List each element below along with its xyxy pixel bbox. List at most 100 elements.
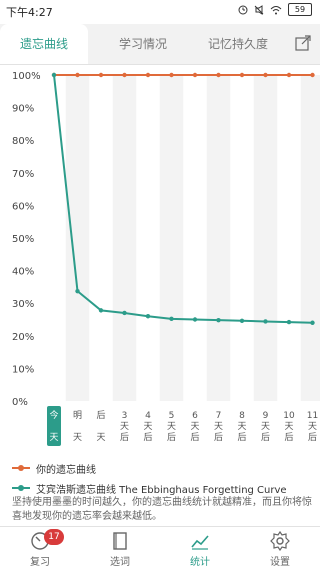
tab-memory-retention[interactable]: 记忆持久度 — [198, 24, 278, 64]
battery-icon: 59 — [288, 3, 312, 16]
share-icon[interactable] — [294, 34, 312, 52]
x-tick-label: 后 — [96, 410, 105, 421]
data-point — [51, 72, 57, 78]
x-tick-label: 后 — [120, 432, 129, 443]
legend-label: 艾宾浩斯遗忘曲线 The Ebbinghaus Forgetting Curve — [36, 484, 287, 496]
legend-item-ebbinghaus: 艾宾浩斯遗忘曲线 The Ebbinghaus Forgetting Curve — [12, 478, 312, 498]
y-tick-label: 80% — [12, 136, 34, 147]
data-point — [263, 319, 268, 324]
mute-icon — [254, 4, 264, 15]
data-point — [98, 72, 104, 78]
x-tick-label: 5 — [169, 411, 175, 421]
x-tick-label: 后 — [214, 432, 223, 443]
x-tick-label: 天 — [308, 422, 317, 432]
x-tick-label: 天 — [190, 422, 199, 432]
status-bar: 下午4:27 59 — [0, 0, 320, 22]
x-tick-label: 天 — [214, 422, 223, 432]
data-point — [75, 72, 80, 78]
chart-legend: 你的遗忘曲线 艾宾浩斯遗忘曲线 The Ebbinghaus Forgettin… — [12, 458, 312, 498]
nav-label: 复习 — [30, 557, 50, 568]
data-point — [310, 72, 315, 78]
x-tick-label: 后 — [143, 432, 152, 443]
data-point — [169, 72, 174, 78]
y-tick-label: 30% — [12, 299, 34, 310]
tab-label: 学习情况 — [118, 37, 167, 51]
y-tick-label: 100% — [12, 71, 41, 82]
data-point — [263, 72, 268, 78]
x-tick-label: 11 — [307, 411, 318, 421]
y-tick-label: 20% — [12, 332, 34, 343]
tab-forgetting-curve[interactable]: 遗忘曲线 — [0, 24, 88, 64]
forgetting-curve-chart: 0%10%20%30%40%50%60%70%80%90%100%今天明天后天3… — [12, 71, 320, 446]
tab-bar: 遗忘曲线 学习情况 记忆持久度 — [0, 24, 320, 65]
grid-band — [65, 75, 90, 401]
x-tick-label: 天 — [120, 422, 129, 432]
x-tick-label: 天 — [284, 422, 293, 432]
stats-icon — [191, 535, 209, 550]
x-tick-label: 天 — [261, 422, 270, 432]
nav-word-select[interactable]: 选词 — [80, 527, 160, 569]
data-point — [310, 320, 315, 325]
grid-band — [300, 75, 320, 401]
x-tick-label: 今 — [49, 409, 58, 421]
data-point — [122, 310, 127, 316]
x-tick-label: 天 — [167, 422, 176, 432]
data-point — [145, 314, 151, 319]
data-point — [98, 308, 104, 313]
data-point — [286, 72, 292, 78]
x-tick-label: 天 — [73, 433, 82, 443]
grid-band — [253, 75, 278, 401]
y-tick-label: 10% — [12, 364, 34, 375]
tab-label: 遗忘曲线 — [19, 37, 68, 51]
x-tick-label: 4 — [145, 411, 151, 421]
y-tick-label: 0% — [12, 397, 28, 408]
x-tick-label: 后 — [167, 432, 176, 443]
status-icons: 59 — [238, 3, 312, 16]
x-tick-label: 7 — [216, 411, 222, 421]
data-point — [75, 288, 80, 294]
data-point — [145, 72, 151, 78]
nav-label: 统计 — [190, 557, 210, 568]
grid-band — [159, 75, 184, 401]
review-badge: 17 — [44, 529, 64, 545]
tab-label: 记忆持久度 — [207, 37, 268, 51]
data-point — [239, 318, 245, 324]
legend-label: 你的遗忘曲线 — [36, 464, 96, 476]
x-tick-label: 天 — [96, 433, 105, 443]
nav-settings[interactable]: 设置 — [240, 527, 320, 569]
data-point — [216, 72, 221, 78]
x-tick-label: 后 — [261, 432, 270, 443]
nav-stats[interactable]: 统计 — [160, 527, 240, 569]
data-point — [192, 72, 198, 78]
grid-band — [206, 75, 231, 401]
legend-swatch-icon — [12, 483, 30, 493]
tab-study-status[interactable]: 学习情况 — [98, 24, 188, 64]
x-tick-label: 6 — [192, 411, 198, 421]
data-point — [239, 72, 245, 78]
nav-review[interactable]: 17 复习 — [0, 527, 80, 569]
y-tick-label: 50% — [12, 234, 34, 245]
book-icon — [113, 532, 127, 550]
data-point — [122, 72, 127, 78]
x-tick-label: 8 — [239, 411, 245, 421]
explanation-text: 坚持使用墨墨的时间越久，你的遗忘曲线统计就越精准，而且你将惊喜地发现你的遗忘率会… — [12, 497, 312, 522]
x-tick-label: 10 — [283, 411, 295, 421]
nav-label: 设置 — [270, 557, 290, 568]
data-point — [169, 316, 174, 322]
x-tick-label: 9 — [263, 411, 269, 421]
legend-item-your-curve: 你的遗忘曲线 — [12, 458, 312, 478]
x-tick-label: 明 — [73, 410, 82, 421]
y-tick-label: 60% — [12, 201, 34, 212]
status-time: 下午4:27 — [6, 6, 53, 19]
x-tick-label: 天 — [237, 422, 246, 432]
x-tick-label: 天 — [49, 433, 58, 443]
x-tick-label: 天 — [143, 422, 152, 432]
data-point — [192, 317, 198, 322]
nav-label: 选词 — [110, 557, 130, 568]
x-tick-label: 后 — [237, 432, 246, 443]
wifi-icon — [270, 5, 282, 14]
y-tick-label: 70% — [12, 169, 34, 180]
x-tick-label: 后 — [308, 432, 317, 443]
data-point — [286, 319, 292, 325]
alarm-icon — [238, 5, 248, 14]
